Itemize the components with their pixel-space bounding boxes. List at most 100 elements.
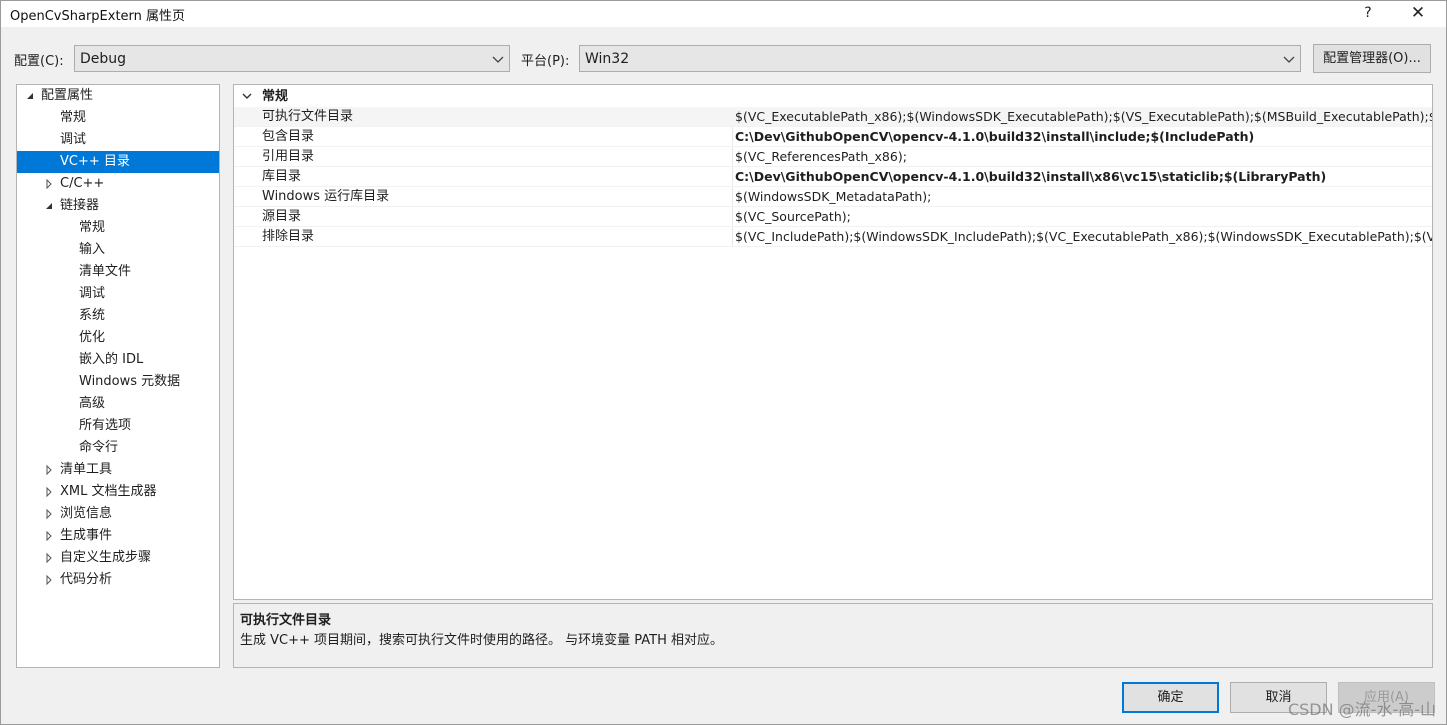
property-grid: 常规 可执行文件目录 $(VC_ExecutablePath_x86);$(Wi… [233,84,1433,600]
property-value[interactable]: C:\Dev\GithubOpenCV\opencv-4.1.0\build32… [735,127,1432,146]
category-general[interactable]: 常规 [234,87,1432,107]
tree-item-label: 常规 [60,110,87,125]
tree-item-debugging[interactable]: 调试 [17,129,219,151]
title-bar: OpenCvSharpExtern 属性页 ? ✕ [1,1,1446,27]
tree-item-label: XML 文档生成器 [60,484,157,499]
ok-button[interactable]: 确定 [1122,682,1219,713]
property-row-include-dirs[interactable]: 包含目录 C:\Dev\GithubOpenCV\opencv-4.1.0\bu… [234,127,1432,147]
tree-item-linker-debugging[interactable]: 调试 [17,283,219,305]
chevron-down-icon [492,56,504,63]
property-value[interactable]: $(VC_SourcePath); [735,207,1432,226]
collapsed-triangle-icon[interactable] [44,459,54,481]
tree-item-label: 系统 [79,308,106,323]
tree-item-linker-manifest[interactable]: 清单文件 [17,261,219,283]
tree-item-linker-command-line[interactable]: 命令行 [17,437,219,459]
tree-item-label: 清单文件 [79,264,132,279]
description-text: 生成 VC++ 项目期间，搜索可执行文件时使用的路径。 与环境变量 PATH 相… [240,633,724,648]
collapsed-triangle-icon[interactable] [44,173,54,195]
property-name: 包含目录 [262,129,315,144]
property-name: 排除目录 [262,229,315,244]
property-value[interactable]: $(VC_IncludePath);$(WindowsSDK_IncludePa… [735,227,1432,246]
collapsed-triangle-icon[interactable] [44,481,54,503]
property-value[interactable]: $(VC_ReferencesPath_x86); [735,147,1432,166]
tree-item-label: 输入 [79,242,106,257]
tree-item-label: 命令行 [79,440,119,455]
collapsed-triangle-icon[interactable] [44,503,54,525]
property-pages-window: OpenCvSharpExtern 属性页 ? ✕ 配置(C): Debug 平… [0,0,1447,725]
tree-item-label: 自定义生成步骤 [60,550,152,565]
collapsed-triangle-icon[interactable] [44,525,54,547]
property-name: 源目录 [262,209,302,224]
configuration-value: Debug [80,51,127,67]
tree-item-label: 配置属性 [41,88,94,103]
tree-item-label: 调试 [60,132,87,147]
tree-item-general[interactable]: 常规 [17,107,219,129]
tree-item-label: 浏览信息 [60,506,113,521]
platform-select[interactable]: Win32 [579,45,1301,72]
tree-item-linker-input[interactable]: 输入 [17,239,219,261]
property-row-reference-dirs[interactable]: 引用目录 $(VC_ReferencesPath_x86); [234,147,1432,167]
property-name: 可执行文件目录 [262,109,354,124]
chevron-down-icon [1283,56,1295,63]
tree-item-label: 嵌入的 IDL [79,352,144,367]
watermark: CSDN @流-水-高-山 [1287,700,1436,719]
configuration-label: 配置(C): [14,54,64,69]
collapsed-triangle-icon[interactable] [44,547,54,569]
property-row-executable-dirs[interactable]: 可执行文件目录 $(VC_ExecutablePath_x86);$(Windo… [234,107,1432,127]
tree-item-custom-build-step[interactable]: 自定义生成步骤 [17,547,219,569]
expanded-triangle-icon[interactable] [25,85,35,107]
property-name: Windows 运行库目录 [262,189,390,204]
tree-item-vc-directories[interactable]: VC++ 目录 [17,151,219,173]
tree-item-label: 代码分析 [60,572,113,587]
tree-item-manifest-tool[interactable]: 清单工具 [17,459,219,481]
tree-item-c-cpp[interactable]: C/C++ [17,173,219,195]
property-name: 库目录 [262,169,302,184]
property-row-exclude-dirs[interactable]: 排除目录 $(VC_IncludePath);$(WindowsSDK_Incl… [234,227,1432,247]
tree-item-xml-doc-generator[interactable]: XML 文档生成器 [17,481,219,503]
property-row-source-dirs[interactable]: 源目录 $(VC_SourcePath); [234,207,1432,227]
platform-value: Win32 [585,51,630,67]
tree-item-label: 常规 [79,220,106,235]
platform-label: 平台(P): [521,54,570,69]
tree-item-label: C/C++ [60,176,105,191]
close-button[interactable]: ✕ [1396,1,1440,27]
tree-item-label: 调试 [79,286,106,301]
tree-item-linker-embedded-idl[interactable]: 嵌入的 IDL [17,349,219,371]
configuration-select[interactable]: Debug [74,45,510,72]
property-row-library-dirs[interactable]: 库目录 C:\Dev\GithubOpenCV\opencv-4.1.0\bui… [234,167,1432,187]
tree-item-label: 链接器 [60,198,100,213]
description-panel: 可执行文件目录 生成 VC++ 项目期间，搜索可执行文件时使用的路径。 与环境变… [233,603,1433,668]
tree-item-label: 优化 [79,330,106,345]
tree-item-build-events[interactable]: 生成事件 [17,525,219,547]
category-label: 常规 [262,89,289,104]
property-name: 引用目录 [262,149,315,164]
property-row-winrt-library-dirs[interactable]: Windows 运行库目录 $(WindowsSDK_MetadataPath)… [234,187,1432,207]
help-button[interactable]: ? [1346,1,1390,27]
tree-item-linker-all-options[interactable]: 所有选项 [17,415,219,437]
tree-item-linker-optimization[interactable]: 优化 [17,327,219,349]
property-value[interactable]: C:\Dev\GithubOpenCV\opencv-4.1.0\build32… [735,167,1432,186]
expanded-triangle-icon[interactable] [44,195,54,217]
window-title: OpenCvSharpExtern 属性页 [10,9,186,24]
tree-item-label: Windows 元数据 [79,374,181,389]
property-value[interactable]: $(WindowsSDK_MetadataPath); [735,187,1432,206]
chevron-down-icon[interactable] [241,90,253,102]
collapsed-triangle-icon[interactable] [44,569,54,591]
configuration-manager-button[interactable]: 配置管理器(O)... [1313,44,1431,73]
tree-item-label: 清单工具 [60,462,113,477]
property-tree: 配置属性 常规 调试 VC++ 目录 C/C++ 链接器 常规 输入 清单文件 … [16,84,220,668]
tree-item-code-analysis[interactable]: 代码分析 [17,569,219,591]
tree-item-linker-general[interactable]: 常规 [17,217,219,239]
tree-item-label: 高级 [79,396,106,411]
description-title: 可执行文件目录 [240,613,332,628]
property-value[interactable]: $(VC_ExecutablePath_x86);$(WindowsSDK_Ex… [735,107,1432,126]
tree-item-label: 生成事件 [60,528,113,543]
tree-item-linker-advanced[interactable]: 高级 [17,393,219,415]
tree-item-label: VC++ 目录 [60,154,130,169]
tree-item-linker-windows-metadata[interactable]: Windows 元数据 [17,371,219,393]
tree-item-label: 所有选项 [79,418,132,433]
tree-item-linker[interactable]: 链接器 [17,195,219,217]
tree-item-configuration-properties[interactable]: 配置属性 [17,85,219,107]
tree-item-browse-info[interactable]: 浏览信息 [17,503,219,525]
tree-item-linker-system[interactable]: 系统 [17,305,219,327]
